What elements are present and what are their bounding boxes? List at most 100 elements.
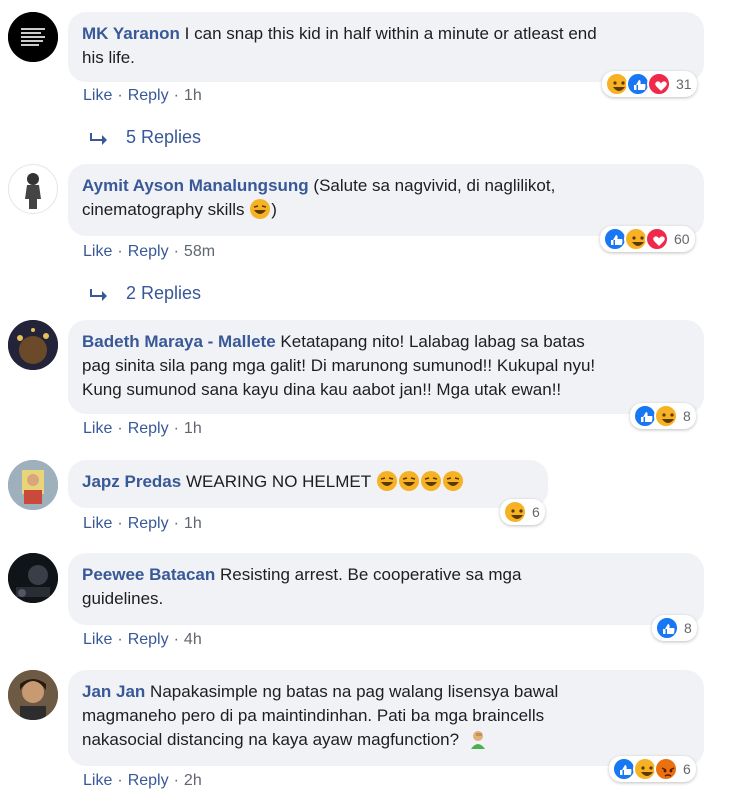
comment-actions: Like · Reply · 1h [83, 420, 202, 438]
comment-actions: Like · Reply · 1h [83, 515, 202, 533]
comment-author[interactable]: Aymit Ayson Manalungsung [82, 176, 309, 195]
avatar-image [8, 670, 58, 720]
comment-actions: Like · Reply · 2h [83, 772, 202, 790]
reaction-summary[interactable]: 60 [600, 226, 695, 252]
reaction-count: 8 [683, 408, 691, 424]
separator: · [117, 515, 123, 532]
angry-reaction-icon [654, 757, 678, 781]
comment-actions: Like · Reply · 1h [83, 87, 202, 105]
laughing-emoji-icon [442, 471, 463, 491]
comment-bubble: Badeth Maraya - Mallete Ketatapang nito!… [68, 320, 704, 414]
reaction-count: 8 [684, 620, 692, 636]
comment-text: I can snap this kid in half within a min… [184, 24, 597, 43]
avatar-image [25, 173, 41, 209]
comment-text: Kung sumunod sana kayu dina kau aabot ja… [82, 380, 562, 399]
reaction-summary[interactable]: 6 [500, 499, 545, 525]
separator: · [173, 243, 179, 260]
comment-timestamp[interactable]: 1h [184, 87, 202, 104]
comment-actions: Like · Reply · 4h [83, 631, 202, 649]
separator: · [117, 772, 123, 789]
comment-text: Ketatapang nito! Lalabag labag sa batas [280, 332, 585, 351]
comment-timestamp[interactable]: 4h [184, 631, 202, 648]
avatar-image [8, 12, 58, 62]
replies-count-label: 2 Replies [126, 283, 202, 303]
separator: · [173, 87, 179, 104]
like-link[interactable]: Like [83, 87, 112, 104]
avatar-image [8, 553, 58, 603]
like-link[interactable]: Like [83, 631, 112, 648]
reply-link[interactable]: Reply [128, 772, 169, 789]
laughing-emoji-icon [398, 471, 419, 491]
like-link[interactable]: Like [83, 772, 112, 789]
avatar[interactable] [8, 553, 58, 603]
comment-author[interactable]: MK Yaranon [82, 24, 180, 43]
separator: · [117, 420, 123, 437]
reply-link[interactable]: Reply [128, 420, 169, 437]
comment-text: (Salute sa nagvivid, di naglilikot, [313, 176, 556, 195]
view-replies-link[interactable]: 2 Replies [90, 283, 201, 304]
comment-timestamp[interactable]: 1h [184, 515, 202, 532]
separator: · [173, 772, 179, 789]
separator: · [173, 631, 179, 648]
haha-reaction-icon [654, 404, 678, 428]
avatar[interactable] [8, 164, 58, 214]
love-reaction-icon [645, 227, 669, 251]
reaction-summary[interactable]: 8 [652, 615, 697, 641]
separator: · [173, 420, 179, 437]
separator: · [117, 631, 123, 648]
avatar[interactable] [8, 320, 58, 370]
comment-text: magmaneho pero di pa maintindinhan. Pati… [82, 706, 545, 725]
separator: · [117, 243, 123, 260]
comment-timestamp[interactable]: 2h [184, 772, 202, 789]
avatar-image [8, 320, 58, 370]
reply-arrow-icon [90, 132, 107, 145]
comment-text: Resisting arrest. Be cooperative sa mga [219, 565, 522, 584]
comment-text: cinematography skills [82, 200, 245, 219]
avatar[interactable] [8, 12, 58, 62]
comment-bubble: Jan Jan Napakasimple ng batas na pag wal… [68, 670, 704, 766]
reaction-count: 31 [676, 76, 692, 92]
comment-text: ) [271, 200, 277, 219]
like-link[interactable]: Like [83, 420, 112, 437]
comment-text: his life. [82, 48, 135, 67]
reaction-summary[interactable]: 31 [602, 71, 697, 97]
avatar-image [8, 460, 58, 510]
like-reaction-icon [655, 616, 679, 640]
reply-link[interactable]: Reply [128, 515, 169, 532]
comment-bubble: Aymit Ayson Manalungsung (Salute sa nagv… [68, 164, 704, 236]
comment-text: nakasocial distancing na kaya ayaw magfu… [82, 730, 460, 749]
laughing-emoji-icon [250, 199, 271, 219]
comment-text: WEARING NO HELMET [185, 472, 371, 491]
comment-author[interactable]: Japz Predas [82, 472, 181, 491]
reaction-count: 6 [532, 504, 540, 520]
avatar[interactable] [8, 460, 58, 510]
comment-text: guidelines. [82, 589, 164, 608]
reply-link[interactable]: Reply [128, 243, 169, 260]
avatar[interactable] [8, 670, 58, 720]
reply-link[interactable]: Reply [128, 87, 169, 104]
reaction-count: 60 [674, 231, 690, 247]
reaction-count: 6 [683, 761, 691, 777]
reply-arrow-icon [90, 288, 107, 301]
comment-author[interactable]: Peewee Batacan [82, 565, 215, 584]
comment-actions: Like · Reply · 58m [83, 243, 215, 261]
laughing-emoji-icon [376, 471, 397, 491]
comment-text: pag sinita sila pang mga galit! Di marun… [82, 356, 596, 375]
comment-timestamp[interactable]: 1h [184, 420, 202, 437]
comment-author[interactable]: Badeth Maraya - Mallete [82, 332, 276, 351]
reaction-summary[interactable]: 8 [630, 403, 696, 429]
like-link[interactable]: Like [83, 515, 112, 532]
reaction-summary[interactable]: 6 [609, 756, 696, 782]
like-link[interactable]: Like [83, 243, 112, 260]
comment-bubble: Peewee Batacan Resisting arrest. Be coop… [68, 553, 704, 625]
facepalm-emoji-icon [468, 729, 488, 749]
comment-bubble: Japz Predas WEARING NO HELMET [68, 460, 548, 508]
view-replies-link[interactable]: 5 Replies [90, 127, 201, 148]
reply-link[interactable]: Reply [128, 631, 169, 648]
separator: · [173, 515, 179, 532]
replies-count-label: 5 Replies [126, 127, 202, 147]
haha-reaction-icon [503, 500, 527, 524]
comment-author[interactable]: Jan Jan [82, 682, 145, 701]
love-reaction-icon [647, 72, 671, 96]
comment-timestamp[interactable]: 58m [184, 243, 215, 260]
